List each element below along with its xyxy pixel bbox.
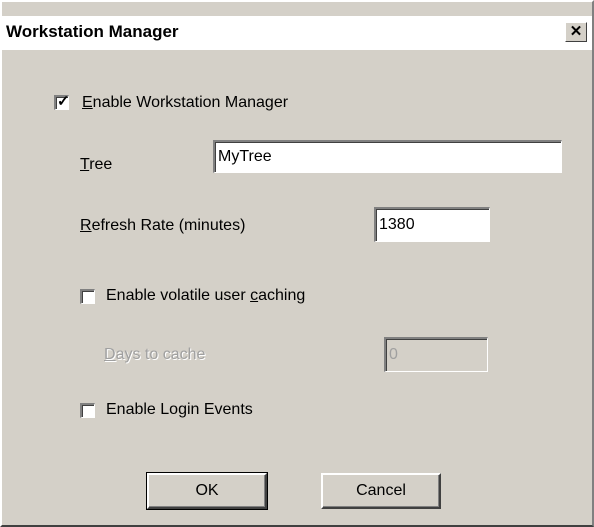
workstation-manager-dialog: Workstation Manager ✕ ✓ Enable Workstati…	[0, 0, 594, 527]
cancel-button[interactable]: Cancel	[321, 473, 441, 509]
checkmark-icon: ✓	[57, 93, 70, 110]
tree-label: Tree	[80, 156, 113, 173]
tree-input[interactable]	[213, 140, 562, 173]
refresh-rate-label: Refresh Rate (minutes)	[80, 217, 246, 234]
volatile-caching-checkbox[interactable]	[80, 289, 95, 304]
ok-button[interactable]: OK	[146, 472, 268, 510]
enable-manager-label[interactable]: Enable Workstation Manager	[82, 94, 288, 112]
refresh-rate-input[interactable]	[374, 207, 490, 242]
close-button[interactable]: ✕	[565, 22, 587, 42]
days-to-cache-input	[384, 337, 488, 372]
enable-manager-checkbox[interactable]: ✓	[54, 93, 70, 110]
login-events-checkbox[interactable]	[80, 403, 95, 418]
days-to-cache-label: Days to cache	[104, 346, 206, 363]
login-events-label[interactable]: Enable Login Events	[106, 401, 253, 419]
title-bar[interactable]: Workstation Manager ✕	[2, 16, 592, 50]
window-title: Workstation Manager	[6, 22, 179, 41]
volatile-caching-label[interactable]: Enable volatile user caching	[106, 287, 305, 305]
close-icon: ✕	[569, 23, 583, 40]
